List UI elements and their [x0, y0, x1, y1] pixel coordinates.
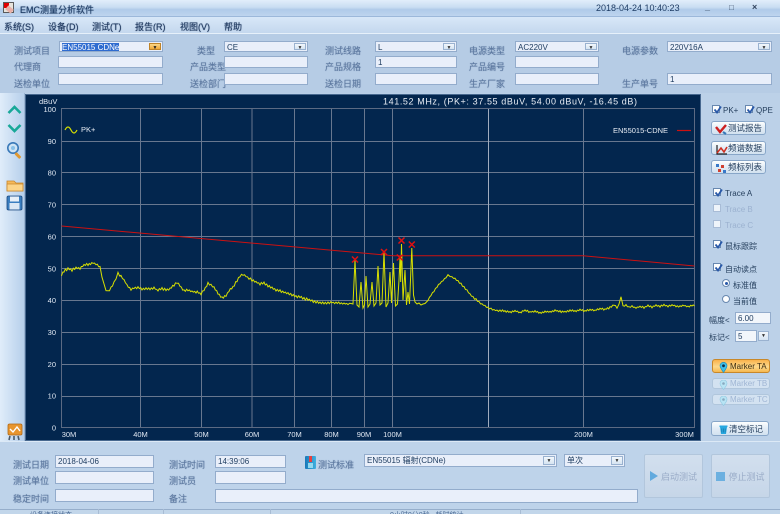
svg-text:80M: 80M	[324, 430, 339, 439]
svg-text:40M: 40M	[133, 430, 148, 439]
svg-text:60M: 60M	[245, 430, 260, 439]
svg-text:90M: 90M	[357, 430, 372, 439]
svg-text:141.52 MHz, (PK+: 37.55 dBuV,: 141.52 MHz, (PK+: 37.55 dBuV, 54.00 dBuV…	[383, 97, 637, 107]
svg-text:70: 70	[48, 201, 56, 210]
svg-text:0: 0	[52, 424, 56, 433]
svg-text:200M: 200M	[574, 430, 593, 439]
svg-text:300M: 300M	[675, 430, 694, 439]
svg-text:50M: 50M	[194, 430, 209, 439]
svg-text:50: 50	[48, 264, 56, 273]
svg-text:10: 10	[48, 392, 56, 401]
svg-text:40: 40	[48, 296, 56, 305]
svg-text:80: 80	[48, 169, 56, 178]
svg-text:PK+: PK+	[81, 125, 96, 134]
svg-text:100M: 100M	[383, 430, 402, 439]
svg-text:100: 100	[43, 105, 56, 114]
svg-text:30M: 30M	[62, 430, 77, 439]
svg-text:90: 90	[48, 137, 56, 146]
svg-text:EN55015-CDNE: EN55015-CDNE	[613, 126, 668, 135]
svg-text:20: 20	[48, 360, 56, 369]
svg-text:70M: 70M	[287, 430, 302, 439]
svg-text:60: 60	[48, 232, 56, 241]
svg-text:30: 30	[48, 328, 56, 337]
